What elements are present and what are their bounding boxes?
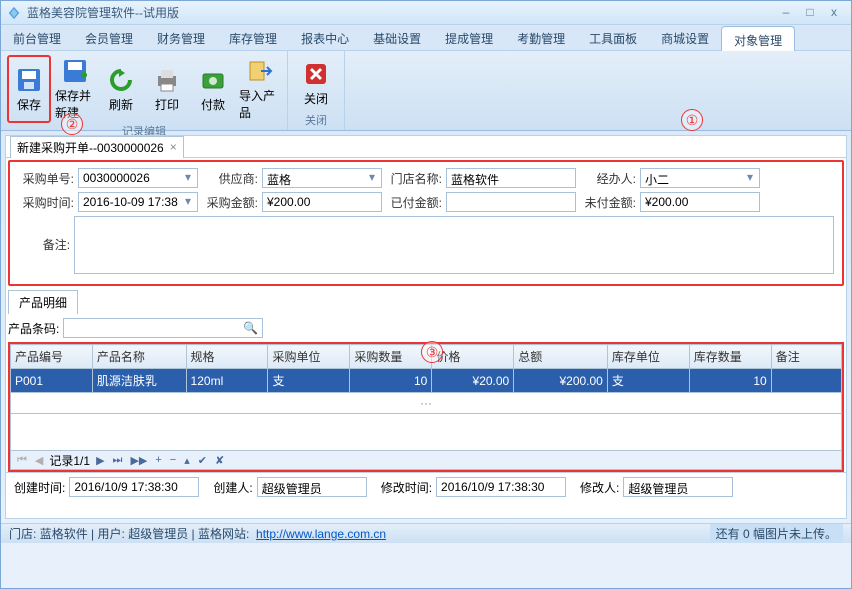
nav-position: 记录1/1	[49, 452, 90, 469]
site-link[interactable]: http://www.lange.com.cn	[256, 527, 386, 541]
dropdown-icon[interactable]: ▾	[365, 171, 379, 185]
nav-last-button[interactable]: ⏭	[111, 454, 125, 467]
modify-time-field: 2016/10/9 17:38:30	[436, 477, 566, 497]
order-no-label: 采购单号:	[18, 170, 74, 187]
column-header[interactable]: 产品编号	[11, 345, 93, 369]
creator-label: 创建人:	[213, 479, 252, 496]
close-icon	[302, 60, 330, 88]
document-tab-close-icon[interactable]: ×	[170, 140, 177, 154]
maximize-button[interactable]: □	[799, 5, 821, 21]
agent-label: 经办人:	[580, 170, 636, 187]
menu-tab[interactable]: 提成管理	[433, 25, 505, 50]
column-header[interactable]: 规格	[186, 345, 268, 369]
print-button[interactable]: 打印	[145, 55, 189, 123]
column-header[interactable]: 库存单位	[607, 345, 689, 369]
column-header[interactable]: 备注	[771, 345, 841, 369]
nav-remove-button[interactable]: −	[168, 454, 178, 466]
menu-tab[interactable]: 财务管理	[145, 25, 217, 50]
status-bar: 门店: 蓝格软件 | 用户: 超级管理员 | 蓝格网站: http://www.…	[1, 523, 851, 543]
grid-navigator: ⏮ ◀ 记录1/1 ▶ ⏭ ▶▶ + − ▴ ✔ ✘	[10, 450, 842, 470]
menu-tab[interactable]: 基础设置	[361, 25, 433, 50]
modifier-field: 超级管理员	[623, 477, 733, 497]
remark-label: 备注:	[18, 216, 70, 253]
nav-edit-button[interactable]: ▴	[182, 454, 192, 467]
savenew-icon	[61, 57, 89, 85]
paid-field[interactable]	[446, 192, 576, 212]
column-header[interactable]: 采购数量	[350, 345, 432, 369]
barcode-input[interactable]: 🔍	[63, 318, 263, 338]
column-header[interactable]: 采购单位	[268, 345, 350, 369]
supplier-label: 供应商:	[202, 170, 258, 187]
column-header[interactable]: 总额	[514, 345, 608, 369]
dropdown-icon[interactable]: ▾	[181, 171, 195, 185]
agent-field[interactable]: 小二▾	[640, 168, 760, 188]
nav-next-button[interactable]: ▶	[94, 454, 106, 467]
save-icon	[15, 66, 43, 94]
pay-button[interactable]: 付款	[191, 55, 235, 123]
time-field[interactable]: 2016-10-09 17:38▾	[78, 192, 198, 212]
modify-time-label: 修改时间:	[381, 479, 432, 496]
ribbon-group-close-label: 关闭	[294, 112, 338, 128]
store-label: 门店名称:	[386, 170, 442, 187]
supplier-field[interactable]: 蓝格▾	[262, 168, 382, 188]
menu-tab[interactable]: 商城设置	[649, 25, 721, 50]
dropdown-icon[interactable]: ▾	[181, 195, 195, 209]
amount-label: 采购金额:	[202, 194, 258, 211]
menu-tab[interactable]: 报表中心	[289, 25, 361, 50]
remark-field[interactable]	[74, 216, 834, 274]
store-field[interactable]: 蓝格软件	[446, 168, 576, 188]
window-title: 蓝格美容院管理软件--试用版	[27, 4, 773, 21]
nav-cancel-button[interactable]: ✘	[213, 454, 226, 467]
dropdown-icon[interactable]: ▾	[743, 171, 757, 185]
amount-field[interactable]: ¥200.00	[262, 192, 382, 212]
creator-field: 超级管理员	[257, 477, 367, 497]
nav-first-button[interactable]: ⏮	[15, 454, 29, 467]
create-time-field: 2016/10/9 17:38:30	[69, 477, 199, 497]
app-logo-icon	[7, 6, 21, 20]
nav-add-button[interactable]: +	[153, 454, 163, 466]
menu-tab[interactable]: 前台管理	[1, 25, 73, 50]
savenew-button[interactable]: 保存并新建	[53, 55, 97, 123]
barcode-label: 产品条码:	[8, 320, 59, 337]
pay-icon	[199, 66, 227, 94]
minimize-button[interactable]: –	[775, 5, 797, 21]
refresh-button[interactable]: 刷新	[99, 55, 143, 123]
column-header[interactable]: 产品名称	[92, 345, 186, 369]
column-header[interactable]: 库存数量	[689, 345, 771, 369]
import-icon	[245, 57, 273, 85]
modifier-label: 修改人:	[580, 479, 619, 496]
unpaid-label: 未付金额:	[580, 194, 636, 211]
time-label: 采购时间:	[18, 194, 74, 211]
column-header[interactable]: 价格	[432, 345, 514, 369]
product-grid[interactable]: 产品编号产品名称规格采购单位采购数量价格总额库存单位库存数量备注 P001 肌源…	[10, 344, 842, 414]
create-time-label: 创建时间:	[14, 479, 65, 496]
nav-check-button[interactable]: ✔	[196, 454, 209, 467]
table-row[interactable]: P001 肌源洁肤乳 120ml 支 10 ¥20.00 ¥200.00 支 1…	[11, 369, 842, 393]
menu-tab[interactable]: 考勤管理	[505, 25, 577, 50]
document-tab-label: 新建采购开单--0030000026	[17, 139, 164, 156]
close-button[interactable]: 关闭	[294, 55, 338, 112]
refresh-icon	[107, 66, 135, 94]
close-window-button[interactable]: x	[823, 5, 845, 21]
document-tab[interactable]: 新建采购开单--0030000026 ×	[10, 136, 184, 158]
print-icon	[153, 66, 181, 94]
import-button[interactable]: 导入产品	[237, 55, 281, 123]
menu-tab[interactable]: 会员管理	[73, 25, 145, 50]
menu-tab[interactable]: 对象管理	[721, 26, 795, 51]
upload-status: 还有 0 幅图片未上传。	[710, 524, 843, 543]
unpaid-field[interactable]: ¥200.00	[640, 192, 760, 212]
nav-prev-button[interactable]: ◀	[33, 454, 45, 467]
nav-fastnext-button[interactable]: ▶▶	[128, 454, 149, 467]
save-button[interactable]: 保存	[7, 55, 51, 123]
table-row-new[interactable]: ···	[11, 393, 842, 414]
paid-label: 已付金额:	[386, 194, 442, 211]
search-icon[interactable]: 🔍	[243, 321, 258, 335]
tab-product-detail[interactable]: 产品明细	[8, 290, 78, 314]
order-no-field[interactable]: 0030000026▾	[78, 168, 198, 188]
menu-tab[interactable]: 工具面板	[577, 25, 649, 50]
menu-tab[interactable]: 库存管理	[217, 25, 289, 50]
